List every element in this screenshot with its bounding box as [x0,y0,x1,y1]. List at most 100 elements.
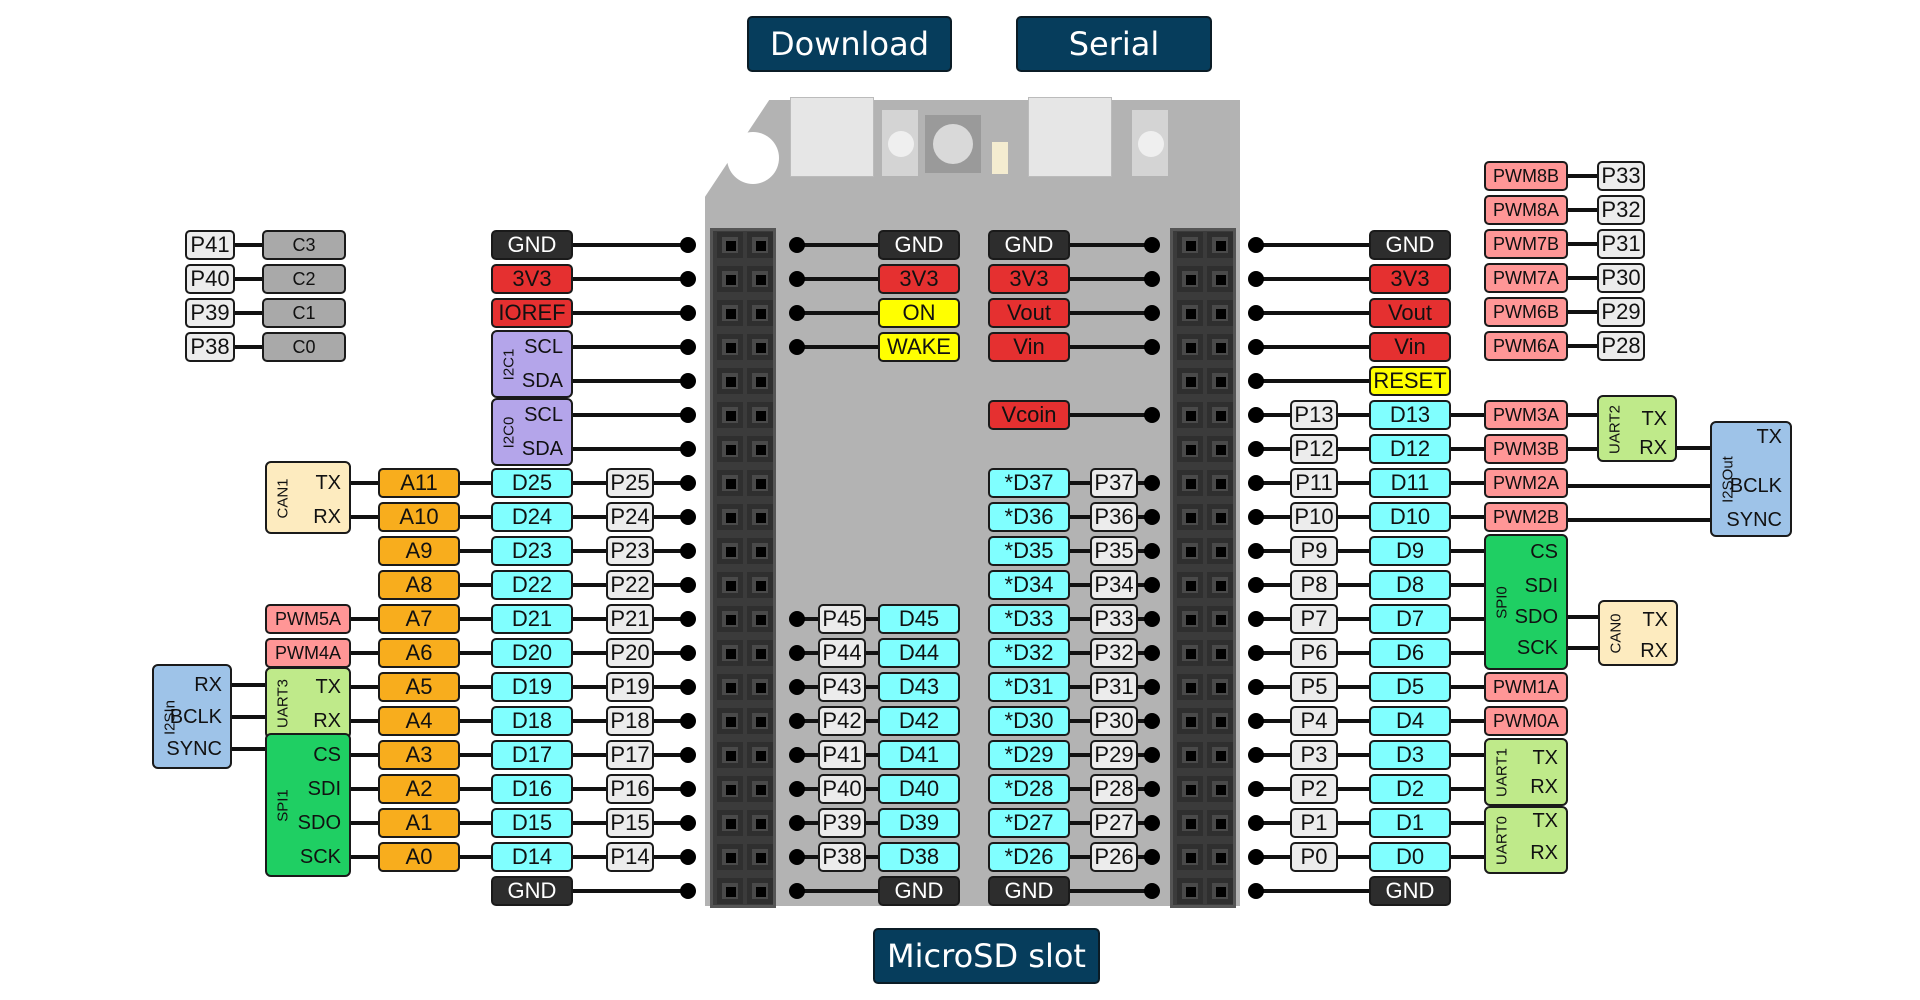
port-pin-label: P12 [1290,434,1338,464]
pin-dot [680,645,696,661]
i2sout-group-signal: TX [1756,426,1782,448]
download-button[interactable]: Download [747,16,952,72]
pin-dot [1144,305,1160,321]
port-pin-label: P24 [606,502,654,532]
connection-wire [351,685,378,689]
connection-wire [1568,344,1597,348]
digital-pin-label: D16 [491,774,573,804]
uart3-group-signal: RX [313,710,341,732]
analog-pin-label: A6 [378,638,460,668]
pin-dot [1144,611,1160,627]
spi1-group: SPI1 CS SDI SDO SCK [265,733,351,877]
left-pin-header [710,228,776,908]
header-pin [747,266,773,292]
port-pin-label: P31 [1090,672,1138,702]
header-pin [1177,300,1203,326]
connection-wire [797,345,878,349]
uart0-group-title: UART0 [1493,816,1511,865]
pin-dot [680,543,696,559]
i2c-group-i2c1-signal: SCL [524,336,563,358]
connection-wire [1070,311,1152,315]
header-pin [1177,640,1203,666]
mounting-hole [727,132,779,184]
connection-wire [1568,518,1710,522]
pin-label-vout: Vout [988,298,1070,328]
header-pin [1207,572,1233,598]
header-pin [747,776,773,802]
pin-dot [680,271,696,287]
pin-dot [789,271,805,287]
i2c-group-i2c1: I2C1 SCL SDA [491,330,573,398]
analog-pin-label: A9 [378,536,460,566]
connection-wire [797,243,878,247]
port-pin-label: P28 [1597,331,1645,361]
pwm-label: PWM2A [1484,468,1568,498]
analog-pin-label: A8 [378,570,460,600]
digital-pin-label: D39 [878,808,960,838]
pin-dot [680,747,696,763]
connection-wire [1256,889,1369,893]
pin-label-gnd: GND [988,230,1070,260]
pin-dot [1144,679,1160,695]
uart0-group: UART0 TX RX [1484,806,1568,874]
pin-dot [1248,645,1264,661]
spi1-group-signal: SDO [297,812,341,834]
pin-dot [680,237,696,253]
pin-dot [680,849,696,865]
connection-wire [232,715,265,719]
port-pin-label: P6 [1290,638,1338,668]
port-pin-label: P29 [1090,740,1138,770]
pin-dot [789,679,805,695]
pin-dot [680,815,696,831]
digital-pin-label: *D34 [988,570,1070,600]
i2sin-group-signal: SYNC [166,738,222,760]
header-pin [747,300,773,326]
header-pin [1177,844,1203,870]
spi0-group-signal: SCK [1516,637,1558,659]
digital-pin-label: *D28 [988,774,1070,804]
port-pin-label: P39 [185,298,235,328]
pin-dot [1248,305,1264,321]
digital-pin-label: D4 [1369,706,1451,736]
pin-dot [680,781,696,797]
pin-dot [789,339,805,355]
header-pin [717,640,743,666]
port-pin-label: P42 [818,706,866,736]
pin-dot [789,815,805,831]
uart3-group-signal: TX [315,676,341,698]
connection-wire [797,889,878,893]
digital-pin-label: D40 [878,774,960,804]
digital-pin-label: D14 [491,842,573,872]
pin-dot [1248,679,1264,695]
touch-pin-label: C3 [262,230,346,260]
header-pin [1207,368,1233,394]
header-pin [747,334,773,360]
header-pin [747,572,773,598]
analog-pin-label: A3 [378,740,460,770]
pin-dot [789,781,805,797]
port-pin-label: P30 [1597,263,1645,293]
pin-dot [680,577,696,593]
pin-dot [789,883,805,899]
serial-button[interactable]: Serial [1016,16,1212,72]
header-pin [717,776,743,802]
header-pin [1177,708,1203,734]
analog-pin-label: A1 [378,808,460,838]
pin-label-gnd: GND [988,876,1070,906]
connection-wire [351,651,378,655]
digital-pin-label: D15 [491,808,573,838]
pin-dot [680,305,696,321]
i2c-group-i2c0-title: I2C0 [500,416,518,449]
port-pin-label: P33 [1090,604,1138,634]
digital-pin-label: D5 [1369,672,1451,702]
spi1-group-signal: SDI [307,778,341,800]
digital-pin-label: *D27 [988,808,1070,838]
microsd-slot-button[interactable]: MicroSD slot [873,928,1100,984]
pin-label-vin: Vin [1369,332,1451,362]
header-pin [1207,266,1233,292]
pin-dot [1144,781,1160,797]
header-pin [747,878,773,904]
header-pin [717,708,743,734]
analog-pin-label: A5 [378,672,460,702]
analog-pin-label: A2 [378,774,460,804]
